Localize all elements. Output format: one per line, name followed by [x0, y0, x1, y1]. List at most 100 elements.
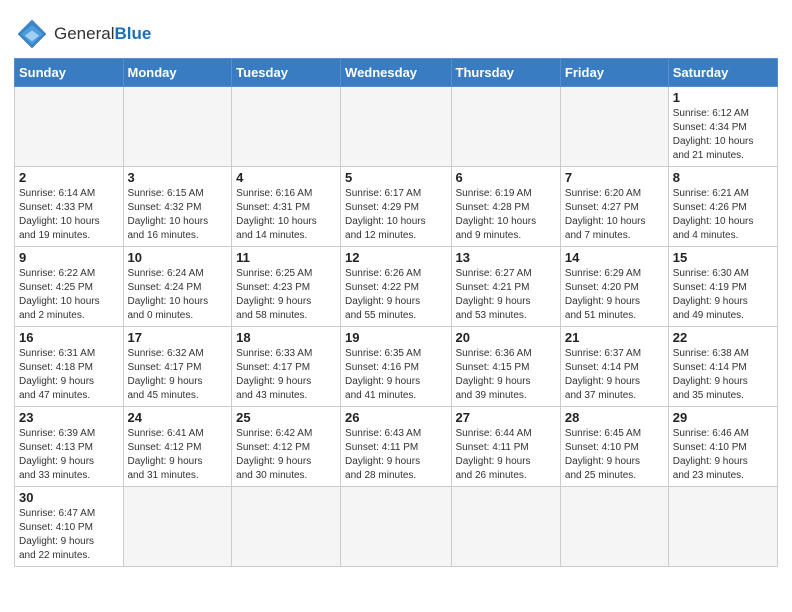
day-info: Sunrise: 6:45 AM Sunset: 4:10 PM Dayligh…: [565, 427, 664, 483]
calendar-cell: [123, 487, 232, 567]
day-info: Sunrise: 6:31 AM Sunset: 4:18 PM Dayligh…: [19, 347, 119, 403]
calendar-cell: 7 Sunrise: 6:20 AM Sunset: 4:27 PM Daylig…: [560, 167, 668, 247]
day-number: 22: [673, 330, 773, 345]
calendar-cell: 4 Sunrise: 6:16 AM Sunset: 4:31 PM Daylig…: [232, 167, 341, 247]
day-info: Sunrise: 6:47 AM Sunset: 4:10 PM Dayligh…: [19, 507, 119, 563]
day-number: 26: [345, 410, 446, 425]
weekday-header-row: SundayMondayTuesdayWednesdayThursdayFrid…: [15, 59, 778, 87]
calendar-cell: 18 Sunrise: 6:33 AM Sunset: 4:17 PM Dayli…: [232, 327, 341, 407]
day-number: 17: [128, 330, 228, 345]
weekday-header-monday: Monday: [123, 59, 232, 87]
day-info: Sunrise: 6:42 AM Sunset: 4:12 PM Dayligh…: [236, 427, 336, 483]
logo-text: GeneralBlue: [54, 25, 151, 44]
day-info: Sunrise: 6:29 AM Sunset: 4:20 PM Dayligh…: [565, 267, 664, 323]
calendar-week-3: 9Sunrise: 6:22 AM Sunset: 4:25 PM Daylig…: [15, 247, 778, 327]
calendar-cell: 26 Sunrise: 6:43 AM Sunset: 4:11 PM Dayli…: [341, 407, 451, 487]
calendar-cell: 13 Sunrise: 6:27 AM Sunset: 4:21 PM Dayli…: [451, 247, 560, 327]
calendar-cell: 24 Sunrise: 6:41 AM Sunset: 4:12 PM Dayli…: [123, 407, 232, 487]
calendar-cell: [341, 87, 451, 167]
logo: GeneralBlue: [14, 16, 151, 52]
calendar-page: GeneralBlue SundayMondayTuesdayWednesday…: [0, 0, 792, 581]
calendar-cell: 14 Sunrise: 6:29 AM Sunset: 4:20 PM Dayli…: [560, 247, 668, 327]
day-info: Sunrise: 6:26 AM Sunset: 4:22 PM Dayligh…: [345, 267, 446, 323]
day-info: Sunrise: 6:30 AM Sunset: 4:19 PM Dayligh…: [673, 267, 773, 323]
day-number: 27: [456, 410, 556, 425]
calendar-cell: 19Sunrise: 6:35 AM Sunset: 4:16 PM Dayli…: [341, 327, 451, 407]
calendar-cell: [341, 487, 451, 567]
day-info: Sunrise: 6:38 AM Sunset: 4:14 PM Dayligh…: [673, 347, 773, 403]
calendar-cell: 9Sunrise: 6:22 AM Sunset: 4:25 PM Daylig…: [15, 247, 124, 327]
day-number: 13: [456, 250, 556, 265]
calendar-cell: 25 Sunrise: 6:42 AM Sunset: 4:12 PM Dayli…: [232, 407, 341, 487]
day-info: Sunrise: 6:12 AM Sunset: 4:34 PM Dayligh…: [673, 107, 773, 163]
day-info: Sunrise: 6:24 AM Sunset: 4:24 PM Dayligh…: [128, 267, 228, 323]
calendar-cell: 15 Sunrise: 6:30 AM Sunset: 4:19 PM Dayli…: [668, 247, 777, 327]
day-info: Sunrise: 6:14 AM Sunset: 4:33 PM Dayligh…: [19, 187, 119, 243]
calendar-cell: 28Sunrise: 6:45 AM Sunset: 4:10 PM Dayli…: [560, 407, 668, 487]
calendar-cell: 21Sunrise: 6:37 AM Sunset: 4:14 PM Dayli…: [560, 327, 668, 407]
day-number: 16: [19, 330, 119, 345]
day-number: 5: [345, 170, 446, 185]
day-info: Sunrise: 6:33 AM Sunset: 4:17 PM Dayligh…: [236, 347, 336, 403]
day-info: Sunrise: 6:16 AM Sunset: 4:31 PM Dayligh…: [236, 187, 336, 243]
calendar-cell: 16 Sunrise: 6:31 AM Sunset: 4:18 PM Dayli…: [15, 327, 124, 407]
calendar-cell: 8 Sunrise: 6:21 AM Sunset: 4:26 PM Daylig…: [668, 167, 777, 247]
weekday-header-thursday: Thursday: [451, 59, 560, 87]
day-number: 10: [128, 250, 228, 265]
day-info: Sunrise: 6:17 AM Sunset: 4:29 PM Dayligh…: [345, 187, 446, 243]
weekday-header-saturday: Saturday: [668, 59, 777, 87]
day-info: Sunrise: 6:43 AM Sunset: 4:11 PM Dayligh…: [345, 427, 446, 483]
day-info: Sunrise: 6:27 AM Sunset: 4:21 PM Dayligh…: [456, 267, 556, 323]
day-info: Sunrise: 6:46 AM Sunset: 4:10 PM Dayligh…: [673, 427, 773, 483]
day-number: 14: [565, 250, 664, 265]
calendar-cell: 17Sunrise: 6:32 AM Sunset: 4:17 PM Dayli…: [123, 327, 232, 407]
day-info: Sunrise: 6:35 AM Sunset: 4:16 PM Dayligh…: [345, 347, 446, 403]
calendar-week-4: 16 Sunrise: 6:31 AM Sunset: 4:18 PM Dayli…: [15, 327, 778, 407]
calendar-cell: [451, 87, 560, 167]
calendar-week-1: 1 Sunrise: 6:12 AM Sunset: 4:34 PM Daylig…: [15, 87, 778, 167]
calendar-cell: [232, 487, 341, 567]
day-info: Sunrise: 6:21 AM Sunset: 4:26 PM Dayligh…: [673, 187, 773, 243]
day-number: 8: [673, 170, 773, 185]
day-number: 1: [673, 90, 773, 105]
day-info: Sunrise: 6:15 AM Sunset: 4:32 PM Dayligh…: [128, 187, 228, 243]
day-number: 30: [19, 490, 119, 505]
calendar-cell: 6 Sunrise: 6:19 AM Sunset: 4:28 PM Daylig…: [451, 167, 560, 247]
calendar-cell: 2Sunrise: 6:14 AM Sunset: 4:33 PM Daylig…: [15, 167, 124, 247]
day-number: 18: [236, 330, 336, 345]
day-number: 11: [236, 250, 336, 265]
day-number: 15: [673, 250, 773, 265]
day-info: Sunrise: 6:25 AM Sunset: 4:23 PM Dayligh…: [236, 267, 336, 323]
calendar-week-5: 23Sunrise: 6:39 AM Sunset: 4:13 PM Dayli…: [15, 407, 778, 487]
calendar-cell: [451, 487, 560, 567]
calendar-cell: 11 Sunrise: 6:25 AM Sunset: 4:23 PM Dayli…: [232, 247, 341, 327]
calendar-cell: [560, 87, 668, 167]
calendar-table: SundayMondayTuesdayWednesdayThursdayFrid…: [14, 58, 778, 567]
day-info: Sunrise: 6:22 AM Sunset: 4:25 PM Dayligh…: [19, 267, 119, 323]
day-number: 3: [128, 170, 228, 185]
calendar-cell: 1 Sunrise: 6:12 AM Sunset: 4:34 PM Daylig…: [668, 87, 777, 167]
calendar-cell: 3 Sunrise: 6:15 AM Sunset: 4:32 PM Daylig…: [123, 167, 232, 247]
day-info: Sunrise: 6:20 AM Sunset: 4:27 PM Dayligh…: [565, 187, 664, 243]
day-info: Sunrise: 6:39 AM Sunset: 4:13 PM Dayligh…: [19, 427, 119, 483]
day-number: 7: [565, 170, 664, 185]
calendar-cell: 30 Sunrise: 6:47 AM Sunset: 4:10 PM Dayli…: [15, 487, 124, 567]
calendar-cell: 10 Sunrise: 6:24 AM Sunset: 4:24 PM Dayli…: [123, 247, 232, 327]
day-number: 6: [456, 170, 556, 185]
calendar-cell: 12Sunrise: 6:26 AM Sunset: 4:22 PM Dayli…: [341, 247, 451, 327]
day-number: 4: [236, 170, 336, 185]
calendar-week-6: 30 Sunrise: 6:47 AM Sunset: 4:10 PM Dayli…: [15, 487, 778, 567]
day-info: Sunrise: 6:41 AM Sunset: 4:12 PM Dayligh…: [128, 427, 228, 483]
calendar-cell: 20 Sunrise: 6:36 AM Sunset: 4:15 PM Dayli…: [451, 327, 560, 407]
calendar-cell: 5 Sunrise: 6:17 AM Sunset: 4:29 PM Daylig…: [341, 167, 451, 247]
day-number: 20: [456, 330, 556, 345]
weekday-header-wednesday: Wednesday: [341, 59, 451, 87]
day-info: Sunrise: 6:19 AM Sunset: 4:28 PM Dayligh…: [456, 187, 556, 243]
logo-icon: [14, 16, 50, 52]
calendar-cell: [560, 487, 668, 567]
day-info: Sunrise: 6:36 AM Sunset: 4:15 PM Dayligh…: [456, 347, 556, 403]
day-number: 24: [128, 410, 228, 425]
calendar-cell: 23Sunrise: 6:39 AM Sunset: 4:13 PM Dayli…: [15, 407, 124, 487]
weekday-header-sunday: Sunday: [15, 59, 124, 87]
day-number: 25: [236, 410, 336, 425]
